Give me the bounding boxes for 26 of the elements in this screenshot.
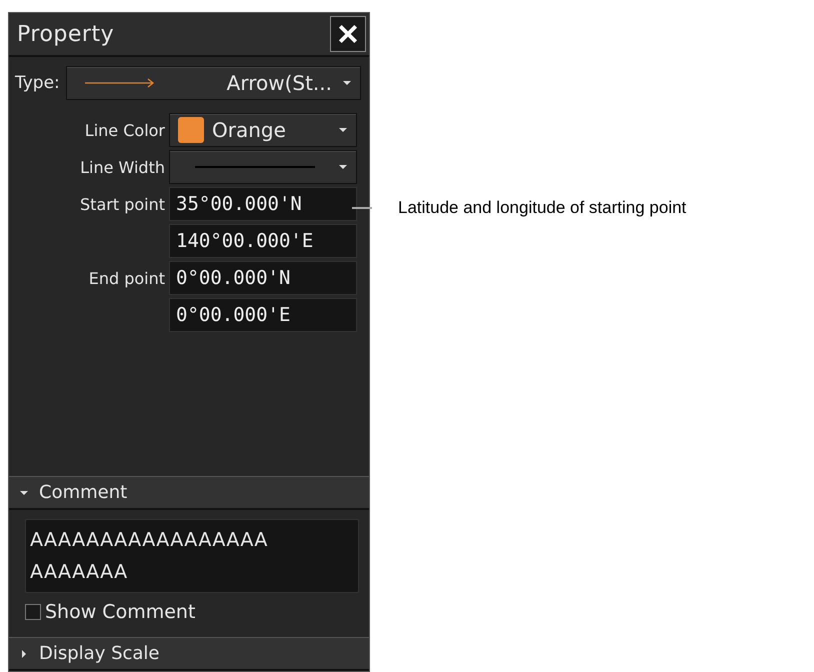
section-header[interactable]: Comment bbox=[9, 476, 369, 510]
checkbox[interactable] bbox=[25, 604, 41, 620]
coordinate-field[interactable]: 0°00.000'N bbox=[169, 261, 357, 295]
field-label: Start point bbox=[79, 194, 165, 214]
caret-icon bbox=[338, 162, 348, 172]
type-dropdown[interactable]: Arrow(St... bbox=[66, 66, 361, 100]
caret-icon bbox=[342, 78, 352, 88]
section-header[interactable]: Display Scale bbox=[9, 637, 369, 671]
window-title: Property bbox=[17, 22, 114, 46]
coordinate-field[interactable]: 140°00.000'E bbox=[169, 224, 357, 258]
color-dropdown[interactable]: Orange bbox=[169, 113, 357, 147]
field-label: Line Width bbox=[79, 158, 165, 176]
leader-line bbox=[352, 207, 372, 209]
caret-icon bbox=[338, 125, 348, 135]
arrow-line-icon bbox=[84, 78, 155, 88]
close-button[interactable] bbox=[330, 16, 366, 52]
caret-icon bbox=[19, 648, 29, 658]
comment-field[interactable]: AAAAAAAAAAAAAAAAA AAAAAAA bbox=[25, 519, 359, 593]
annotation-text: Latitude and longitude of starting point bbox=[398, 198, 686, 218]
type-label: Type: bbox=[15, 73, 60, 93]
coordinate-field[interactable]: 0°00.000'E bbox=[169, 298, 357, 332]
field-label: Line Color bbox=[84, 120, 165, 140]
coordinate-field[interactable]: 35°00.000'N bbox=[169, 187, 357, 221]
close-icon bbox=[337, 23, 359, 45]
field-label: End point bbox=[88, 268, 165, 288]
checkbox-label: Show Comment bbox=[45, 601, 196, 623]
